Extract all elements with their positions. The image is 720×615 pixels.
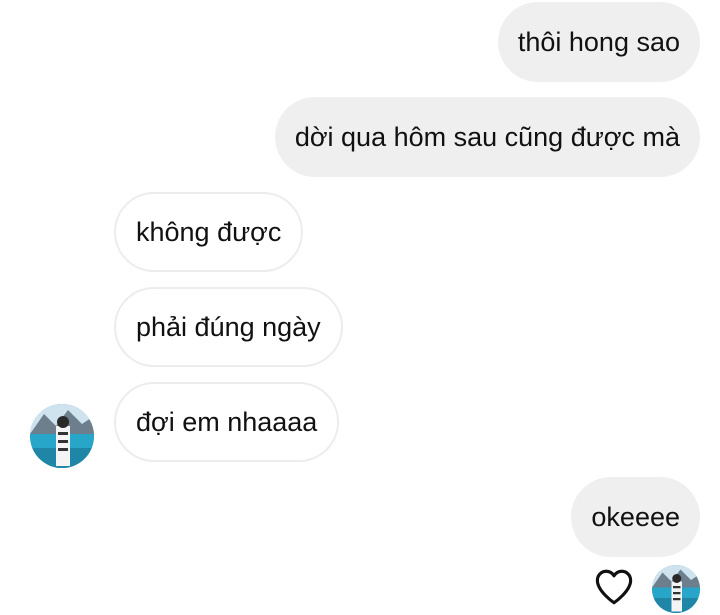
message-text: không được xyxy=(136,217,282,247)
contact-avatar[interactable] xyxy=(30,404,94,468)
seen-avatar xyxy=(652,565,700,613)
message-bubble-sent[interactable]: okeeee xyxy=(571,477,700,557)
message-bubble-received[interactable]: phải đúng ngày xyxy=(114,287,343,367)
avatar-photo xyxy=(30,404,94,468)
message-text: phải đúng ngày xyxy=(136,312,321,342)
avatar-photo-small xyxy=(652,565,700,613)
message-text: okeeee xyxy=(591,502,680,532)
message-text: thôi hong sao xyxy=(517,27,680,57)
message-text: dời qua hôm sau cũng được mà xyxy=(294,122,680,152)
like-button[interactable] xyxy=(592,566,636,608)
message-bubble-sent[interactable]: dời qua hôm sau cũng được mà xyxy=(274,97,700,177)
message-bubble-sent[interactable]: thôi hong sao xyxy=(497,2,700,82)
heart-outline-icon xyxy=(595,569,633,605)
message-bubble-received[interactable]: đợi em nhaaaa xyxy=(114,382,340,462)
message-bubble-received[interactable]: không được xyxy=(114,192,304,272)
message-text: đợi em nhaaaa xyxy=(136,407,318,437)
